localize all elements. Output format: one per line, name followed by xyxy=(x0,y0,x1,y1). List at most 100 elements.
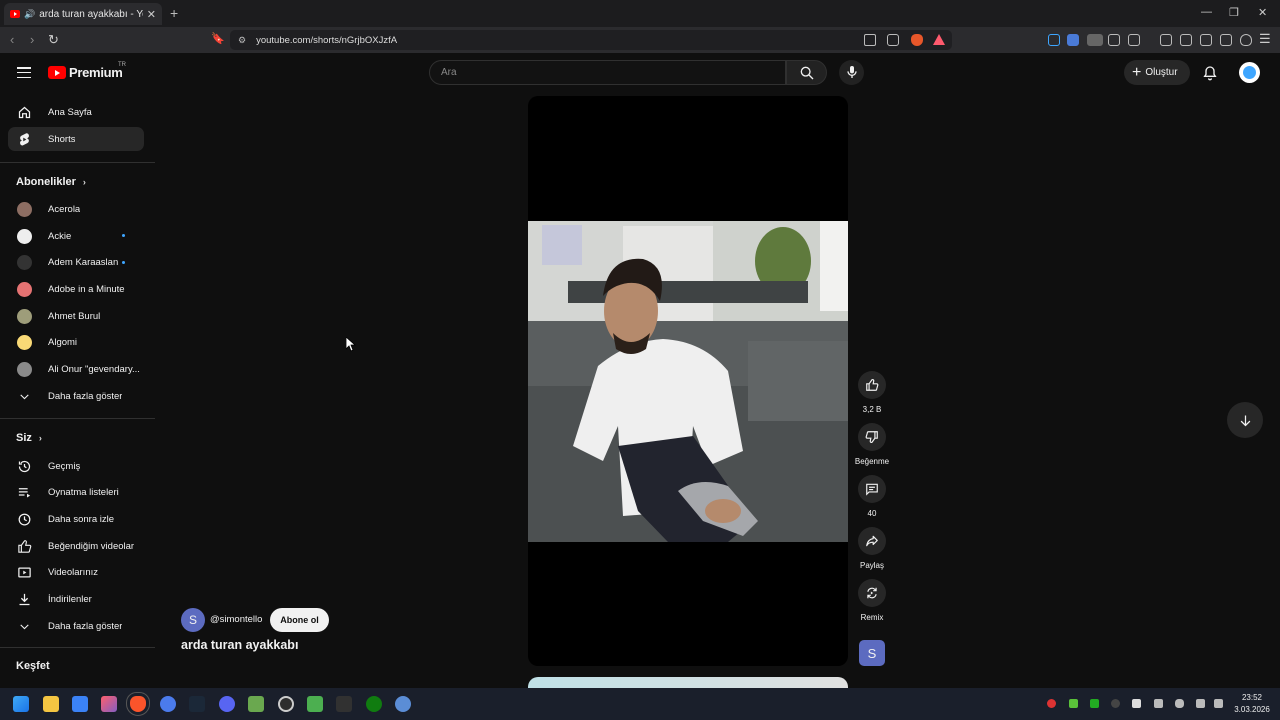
tab-title: arda turan ayakkabı - YouTube xyxy=(39,8,143,20)
your-videos-icon xyxy=(17,567,31,577)
app-gauge-icon[interactable] xyxy=(278,696,294,712)
voice-search-button[interactable] xyxy=(839,60,864,85)
discord-icon[interactable] xyxy=(219,696,235,712)
bookmark-icon[interactable]: 🔖 xyxy=(211,32,225,45)
sidebar-item-adobe-in-a-minute[interactable]: Adobe in a Minute xyxy=(8,277,144,301)
site-info-icon[interactable]: ⚙ xyxy=(238,35,246,46)
audio-source-thumbnail[interactable]: S xyxy=(859,640,885,666)
dislike-button[interactable] xyxy=(858,423,886,451)
back-icon[interactable]: ‹ xyxy=(10,32,14,47)
media-music-icon[interactable] xyxy=(1160,34,1172,46)
app-photos-icon[interactable] xyxy=(101,696,117,712)
browser-tab[interactable]: 🔊 arda turan ayakkabı - YouTube ✕ xyxy=(4,3,162,25)
extension-audio-icon[interactable] xyxy=(1048,34,1060,46)
brave-shields-icon[interactable] xyxy=(911,34,923,46)
tray-app-icon[interactable] xyxy=(1047,699,1056,708)
restore-icon[interactable]: ❐ xyxy=(1229,6,1239,19)
tab-close-icon[interactable]: ✕ xyxy=(147,8,156,21)
brave-rewards-icon[interactable] xyxy=(933,34,945,45)
tray-sync-icon[interactable] xyxy=(1111,699,1120,708)
xbox-icon[interactable] xyxy=(366,696,382,712)
leo-ai-icon[interactable] xyxy=(1220,34,1232,46)
like-button[interactable] xyxy=(858,371,886,399)
app-green-icon[interactable] xyxy=(248,696,264,712)
reload-icon[interactable]: ↻ xyxy=(48,32,59,48)
notifications-bell-icon[interactable] xyxy=(1202,65,1218,81)
search-button[interactable] xyxy=(786,60,827,85)
window-close-icon[interactable]: ✕ xyxy=(1258,6,1267,19)
extensions-puzzle-icon[interactable] xyxy=(1108,34,1120,46)
sidebar-item-ali-onur[interactable]: Ali Onur "gevendary... xyxy=(8,357,144,381)
short-title[interactable]: arda turan ayakkabı xyxy=(181,638,298,652)
translate-icon[interactable] xyxy=(1067,34,1079,46)
show-more-subscriptions[interactable]: Daha fazla göster xyxy=(8,384,144,408)
video-content xyxy=(528,221,848,542)
address-bar[interactable]: ⚙ youtube.com/shorts/nGrjbOXJzfA xyxy=(230,30,952,50)
share-button[interactable] xyxy=(858,527,886,555)
sidebar-item-ahmet-burul[interactable]: Ahmet Burul xyxy=(8,304,144,328)
channel-avatar xyxy=(16,361,32,377)
browser-menu-icon[interactable]: ☰ xyxy=(1259,31,1271,47)
channel-avatar xyxy=(16,201,32,217)
taskbar-clock[interactable]: 23:52 3.03.2026 xyxy=(1228,692,1276,716)
short-channel-handle[interactable]: @simontello xyxy=(210,614,262,625)
hamburger-menu-icon[interactable] xyxy=(17,67,31,79)
sidebar-divider xyxy=(0,647,155,648)
explore-heading: Keşfet xyxy=(16,660,50,672)
subscribe-button[interactable]: Abone ol xyxy=(270,608,329,632)
app-blue-icon[interactable] xyxy=(72,696,88,712)
next-short-button[interactable] xyxy=(1227,402,1263,438)
create-button[interactable]: + Oluştur xyxy=(1124,60,1190,85)
minimize-icon[interactable]: — xyxy=(1201,6,1212,18)
sidebar-item-downloads[interactable]: İndirilenler xyxy=(8,587,144,611)
windows-start-icon[interactable] xyxy=(13,696,29,712)
extension-box-icon[interactable] xyxy=(1128,34,1140,46)
minecraft-icon[interactable] xyxy=(307,696,323,712)
sidebar-item-history[interactable]: Geçmiş xyxy=(8,454,144,478)
sidebar-toggle-icon[interactable] xyxy=(1180,34,1192,46)
sidebar-item-watch-later[interactable]: Daha sonra izle xyxy=(8,507,144,531)
steam-icon[interactable] xyxy=(189,696,205,712)
remix-button[interactable] xyxy=(858,579,886,607)
sidebar-item-your-videos[interactable]: Videolarınız xyxy=(8,560,144,584)
app-settings-icon[interactable] xyxy=(395,696,411,712)
brave-browser-icon[interactable] xyxy=(126,692,150,716)
wallet-icon[interactable] xyxy=(1200,34,1212,46)
tray-steam-icon[interactable] xyxy=(1132,699,1141,708)
speaker-icon[interactable]: 🔊 xyxy=(24,9,35,20)
new-tab-button[interactable]: + xyxy=(170,5,178,21)
tray-nvidia-icon[interactable] xyxy=(1069,699,1078,708)
account-avatar[interactable] xyxy=(1239,62,1260,83)
tray-microphone-icon[interactable] xyxy=(1175,699,1184,708)
short-video-player[interactable] xyxy=(528,96,848,666)
video-frame xyxy=(528,221,848,542)
sidebar-item-home[interactable]: Ana Sayfa xyxy=(8,100,144,124)
explore-title: Keşfet xyxy=(16,660,50,672)
extension-keyboard-icon[interactable] xyxy=(1087,34,1103,46)
tray-usb-icon[interactable] xyxy=(1154,699,1163,708)
show-more-you[interactable]: Daha fazla göster xyxy=(8,614,144,638)
sidebar-item-liked-videos[interactable]: Beğendiğim videolar xyxy=(8,534,144,558)
tray-volume-icon[interactable] xyxy=(1214,699,1223,708)
tray-network-icon[interactable] xyxy=(1196,699,1205,708)
you-heading[interactable]: Siz › xyxy=(16,432,42,444)
comments-button[interactable] xyxy=(858,475,886,503)
search-input[interactable]: Ara xyxy=(429,60,786,85)
youtube-premium-logo[interactable]: Premium TR xyxy=(48,62,126,80)
sidebar-item-playlists[interactable]: Oynatma listeleri xyxy=(8,480,144,504)
cast-icon[interactable] xyxy=(864,34,876,46)
watch-later-icon xyxy=(18,513,30,525)
sidebar-item-acerola[interactable]: Acerola xyxy=(8,197,144,221)
channel-name: Ackie xyxy=(48,230,72,242)
epic-games-icon[interactable] xyxy=(336,696,352,712)
short-channel-avatar[interactable]: S xyxy=(181,608,205,632)
vpn-shield-icon[interactable] xyxy=(1240,34,1252,46)
share-page-icon[interactable] xyxy=(887,34,899,46)
sidebar-item-algomi[interactable]: Algomi xyxy=(8,330,144,354)
sidebar-item-shorts[interactable]: Shorts xyxy=(8,127,144,151)
subscriptions-heading[interactable]: Abonelikler › xyxy=(16,176,86,188)
forward-icon[interactable]: › xyxy=(30,32,34,47)
app-globe-icon[interactable] xyxy=(160,696,176,712)
tray-green-icon[interactable] xyxy=(1090,699,1099,708)
file-explorer-icon[interactable] xyxy=(43,696,59,712)
